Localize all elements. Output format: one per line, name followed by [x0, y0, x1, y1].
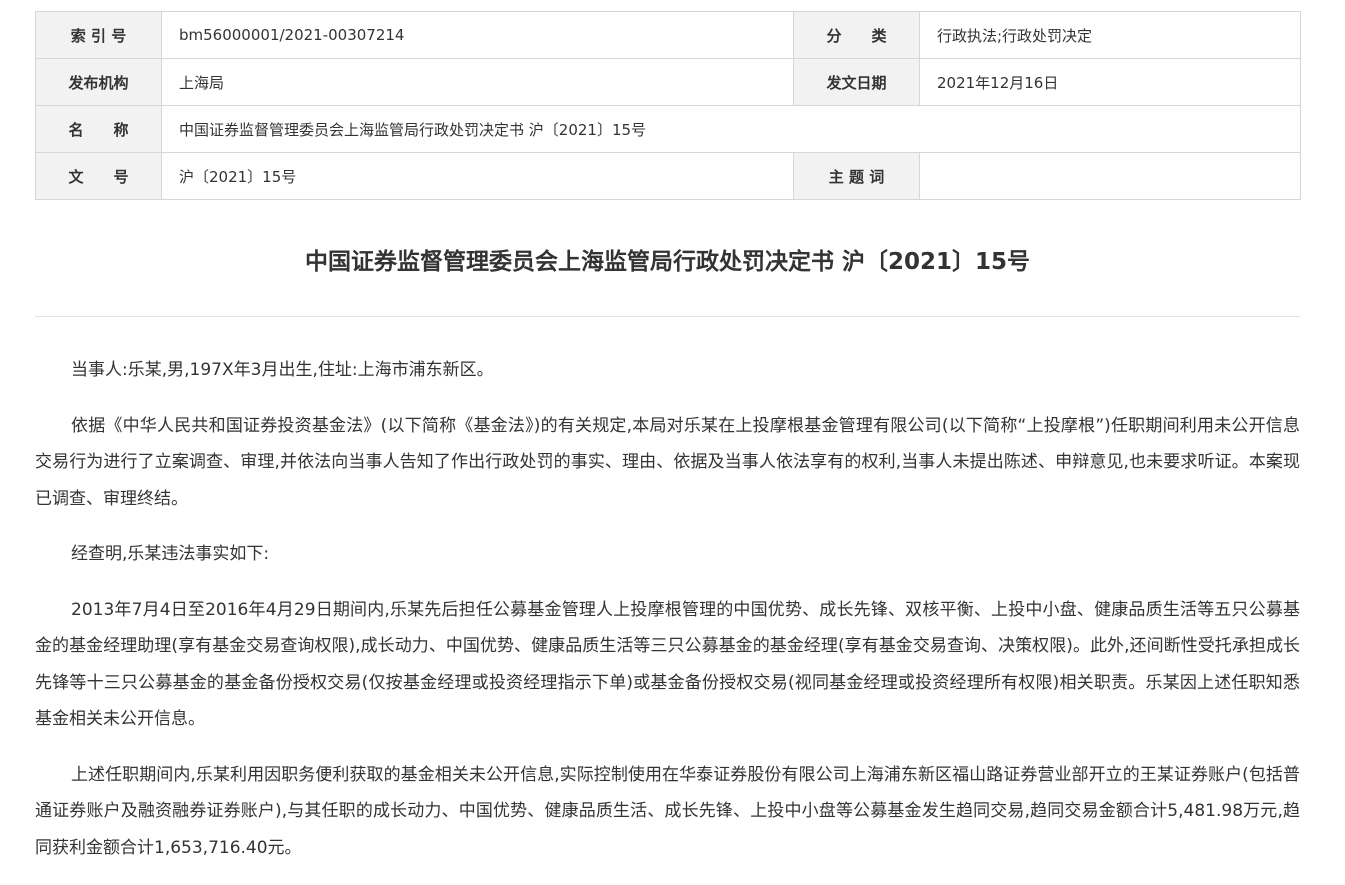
publisher-value: 上海局 [161, 58, 794, 106]
index-value: bm56000001/2021-00307214 [161, 11, 794, 59]
publisher-label: 发布机构 [35, 58, 162, 106]
paragraph-party: 当事人:乐某,男,197X年3月出生,住址:上海市浦东新区。 [71, 360, 494, 380]
meta-row-docno: 文 号 沪〔2021〕15号 主 题 词 [35, 152, 1301, 200]
meta-row-publisher: 发布机构 上海局 发文日期 2021年12月16日 [35, 58, 1301, 106]
index-label: 索 引 号 [35, 11, 162, 59]
name-label: 名 称 [35, 105, 162, 153]
title-divider [35, 316, 1300, 317]
paragraph-trading: 上述任职期间内,乐某利用因职务便利获取的基金相关未公开信息,实际控制使用在华泰证… [35, 764, 1300, 858]
date-value: 2021年12月16日 [919, 58, 1301, 106]
docno-value: 沪〔2021〕15号 [161, 152, 794, 200]
keywords-label: 主 题 词 [793, 152, 920, 200]
keywords-value [919, 152, 1301, 200]
document-body: 当事人:乐某,男,197X年3月出生,住址:上海市浦东新区。 依据《中华人民共和… [35, 352, 1300, 885]
date-label: 发文日期 [793, 58, 920, 106]
category-label: 分 类 [793, 11, 920, 59]
paragraph-positions: 2013年7月4日至2016年4月29日期间内,乐某先后担任公募基金管理人上投摩… [35, 599, 1300, 730]
document-title: 中国证券监督管理委员会上海监管局行政处罚决定书 沪〔2021〕15号 [304, 249, 1031, 275]
docno-label: 文 号 [35, 152, 162, 200]
category-value: 行政执法;行政处罚决定 [919, 11, 1301, 59]
document-meta-table: 索 引 号 bm56000001/2021-00307214 分 类 行政执法;… [35, 11, 1301, 200]
name-value: 中国证券监督管理委员会上海监管局行政处罚决定书 沪〔2021〕15号 [161, 105, 1301, 153]
meta-row-index: 索 引 号 bm56000001/2021-00307214 分 类 行政执法;… [35, 11, 1301, 59]
paragraph-findings-intro: 经查明,乐某违法事实如下: [71, 544, 270, 564]
meta-row-name: 名 称 中国证券监督管理委员会上海监管局行政处罚决定书 沪〔2021〕15号 [35, 105, 1301, 153]
paragraph-basis: 依据《中华人民共和国证券投资基金法》(以下简称《基金法》)的有关规定,本局对乐某… [35, 415, 1300, 509]
